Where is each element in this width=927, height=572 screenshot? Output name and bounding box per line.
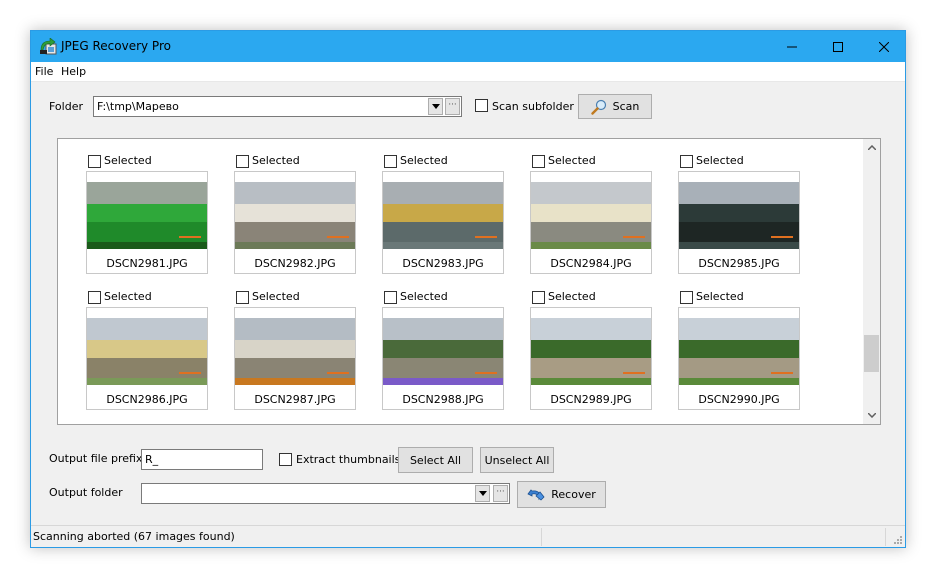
- folder-browse-button[interactable]: ···: [445, 98, 460, 115]
- thumbnail-image: [531, 318, 651, 385]
- thumbnail-frame[interactable]: DSCN2990.JPG: [678, 307, 800, 410]
- extract-thumbnails-label: Extract thumbnails: [296, 453, 401, 466]
- thumbnail-image: [235, 318, 355, 385]
- thumbnail-filename: DSCN2989.JPG: [550, 393, 632, 406]
- thumbnail-image: [679, 182, 799, 249]
- thumbnail-select-label: Selected: [252, 290, 300, 303]
- thumbnail-select-label: Selected: [104, 154, 152, 167]
- scroll-up-button[interactable]: [863, 139, 880, 156]
- thumbnail-frame[interactable]: DSCN2986.JPG: [86, 307, 208, 410]
- minimize-button[interactable]: [769, 31, 815, 62]
- thumbnail-select-label: Selected: [400, 290, 448, 303]
- thumbnail-frame[interactable]: DSCN2985.JPG: [678, 171, 800, 274]
- app-window: JPEG Recovery Pro File Help Folder F:\tm…: [30, 30, 906, 548]
- recover-label: Recover: [551, 488, 596, 501]
- status-divider: [541, 528, 542, 546]
- thumbnail-select-label: Selected: [548, 290, 596, 303]
- thumbnail-filename: DSCN2984.JPG: [550, 257, 632, 270]
- thumbnail-frame[interactable]: DSCN2987.JPG: [234, 307, 356, 410]
- scan-button-label: Scan: [612, 100, 640, 113]
- close-icon: [879, 41, 889, 52]
- status-divider: [885, 528, 886, 546]
- thumbnail-select-checkbox[interactable]: [532, 155, 545, 168]
- thumbnail-image: [235, 182, 355, 249]
- thumbnail-image: [87, 182, 207, 249]
- scroll-down-button[interactable]: [863, 407, 880, 424]
- thumbnail-filename: DSCN2988.JPG: [402, 393, 484, 406]
- maximize-button[interactable]: [815, 31, 861, 62]
- folder-label: Folder: [49, 100, 83, 113]
- thumbnail-filename: DSCN2982.JPG: [254, 257, 336, 270]
- thumbnail-select-checkbox[interactable]: [88, 291, 101, 304]
- maximize-icon: [833, 41, 843, 52]
- output-folder-input[interactable]: [141, 483, 510, 504]
- output-folder-browse-button[interactable]: ···: [493, 485, 508, 502]
- thumbnail-image: [383, 318, 503, 385]
- thumbnail-select-label: Selected: [252, 154, 300, 167]
- thumbnail-select-label: Selected: [400, 154, 448, 167]
- thumbnail-frame[interactable]: DSCN2984.JPG: [530, 171, 652, 274]
- scan-subfolder-checkbox[interactable]: [475, 99, 488, 112]
- close-button[interactable]: [861, 31, 907, 62]
- select-all-label: Select All: [409, 453, 462, 467]
- scan-button[interactable]: Scan: [578, 94, 652, 119]
- thumbnail-image: [383, 182, 503, 249]
- output-prefix-input[interactable]: R_: [141, 449, 263, 470]
- thumbnail-select-checkbox[interactable]: [88, 155, 101, 168]
- status-text: Scanning aborted (67 images found): [33, 530, 235, 543]
- magnifier-icon: [590, 99, 606, 115]
- gallery-scrollbar[interactable]: [863, 139, 880, 424]
- thumbnail-filename: DSCN2983.JPG: [402, 257, 484, 270]
- resize-grip-icon[interactable]: [893, 535, 903, 545]
- thumbnail-gallery[interactable]: Selected DSCN2981.JPG Selected DSCN2982.JPG…: [57, 138, 881, 425]
- thumbnail-filename: DSCN2985.JPG: [698, 257, 780, 270]
- folder-dropdown-button[interactable]: [428, 98, 443, 115]
- minimize-icon: [787, 46, 797, 47]
- thumbnail-filename: DSCN2986.JPG: [106, 393, 188, 406]
- folder-input[interactable]: F:\tmp\Марево: [93, 96, 462, 117]
- output-folder-dropdown-button[interactable]: [475, 485, 490, 502]
- thumbnail-frame[interactable]: DSCN2988.JPG: [382, 307, 504, 410]
- window-title: JPEG Recovery Pro: [61, 39, 171, 53]
- thumbnail-frame[interactable]: DSCN2982.JPG: [234, 171, 356, 274]
- thumbnail-frame[interactable]: DSCN2983.JPG: [382, 171, 504, 274]
- thumbnail-select-checkbox[interactable]: [384, 155, 397, 168]
- chevron-down-icon: [867, 413, 876, 418]
- status-bar: Scanning aborted (67 images found): [31, 525, 905, 547]
- output-folder-label: Output folder: [49, 486, 123, 499]
- scroll-thumb[interactable]: [864, 335, 879, 372]
- chevron-up-icon: [867, 145, 876, 150]
- thumbnail-image: [531, 182, 651, 249]
- app-icon: [40, 38, 57, 55]
- thumbnail-select-label: Selected: [696, 154, 744, 167]
- scan-subfolder-label: Scan subfolder: [492, 100, 574, 113]
- thumbnail-select-checkbox[interactable]: [680, 291, 693, 304]
- recover-arrow-icon: [527, 488, 545, 501]
- thumbnail-frame[interactable]: DSCN2989.JPG: [530, 307, 652, 410]
- thumbnail-select-checkbox[interactable]: [236, 291, 249, 304]
- thumbnail-select-label: Selected: [548, 154, 596, 167]
- unselect-all-label: Unselect All: [484, 453, 550, 467]
- extract-thumbnails-checkbox[interactable]: [279, 453, 292, 466]
- thumbnail-filename: DSCN2990.JPG: [698, 393, 780, 406]
- menu-help[interactable]: Help: [61, 65, 86, 78]
- menu-bar: File Help: [31, 62, 905, 82]
- thumbnail-select-checkbox[interactable]: [680, 155, 693, 168]
- thumbnail-image: [679, 318, 799, 385]
- select-all-button[interactable]: Select All: [398, 447, 473, 473]
- thumbnail-select-checkbox[interactable]: [384, 291, 397, 304]
- output-prefix-label: Output file prefix: [49, 452, 143, 465]
- thumbnail-select-checkbox[interactable]: [532, 291, 545, 304]
- unselect-all-button[interactable]: Unselect All: [480, 447, 554, 473]
- thumbnail-select-checkbox[interactable]: [236, 155, 249, 168]
- recover-button[interactable]: Recover: [517, 481, 606, 508]
- thumbnail-select-label: Selected: [696, 290, 744, 303]
- thumbnail-filename: DSCN2987.JPG: [254, 393, 336, 406]
- thumbnail-frame[interactable]: DSCN2981.JPG: [86, 171, 208, 274]
- thumbnail-filename: DSCN2981.JPG: [106, 257, 188, 270]
- thumbnail-image: [87, 318, 207, 385]
- thumbnail-select-label: Selected: [104, 290, 152, 303]
- title-bar[interactable]: JPEG Recovery Pro: [31, 31, 905, 62]
- menu-file[interactable]: File: [35, 65, 53, 78]
